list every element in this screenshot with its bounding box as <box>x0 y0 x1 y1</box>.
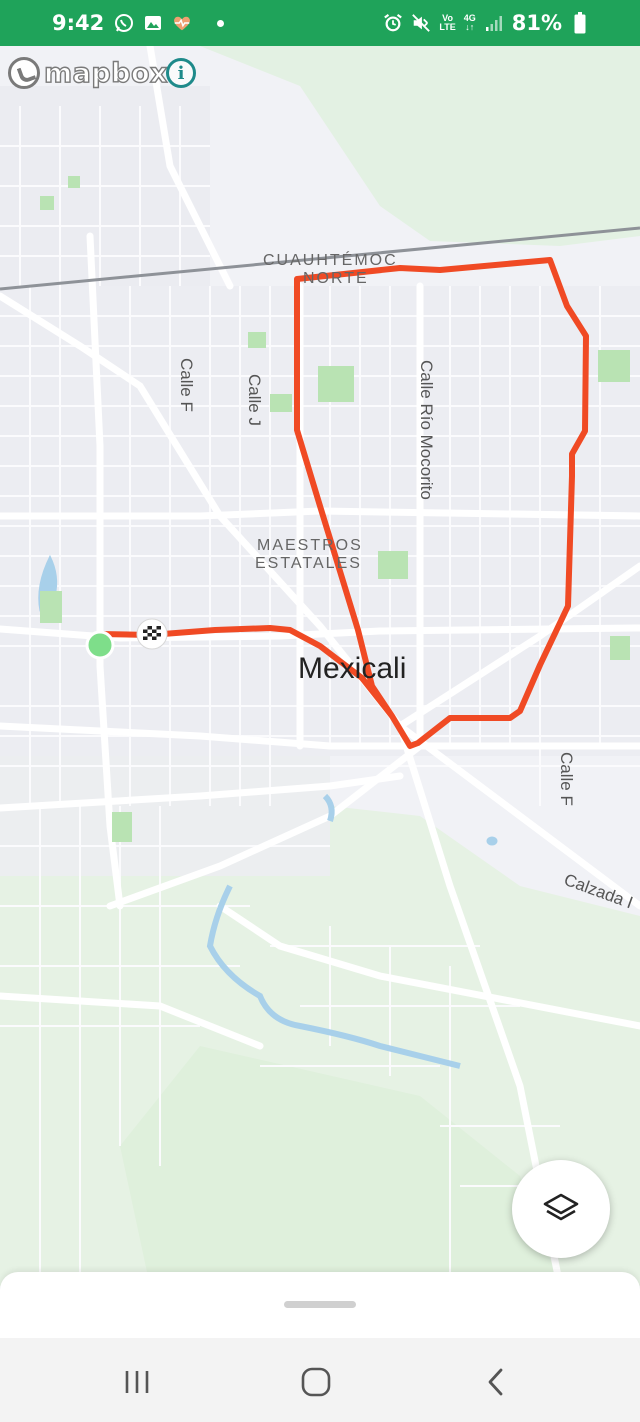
back-icon[interactable] <box>476 1362 516 1402</box>
mute-icon <box>411 13 431 33</box>
signal-icon <box>484 13 504 33</box>
neighborhood-label-maestros: MAESTROS ESTATALES <box>255 537 363 572</box>
drag-handle[interactable] <box>284 1301 356 1308</box>
recents-icon[interactable] <box>117 1362 157 1402</box>
status-bar: 9:42 Vo LTE 4G ↓↑ 81% <box>0 0 640 46</box>
start-marker[interactable] <box>85 630 115 660</box>
whatsapp-icon <box>114 13 134 33</box>
battery-percent: 81% <box>511 11 562 35</box>
mapbox-wordmark: mapbox <box>43 57 168 89</box>
street-label-calle-j: Calle J <box>245 374 264 426</box>
checkered-flag-icon[interactable] <box>136 618 168 650</box>
neighborhood-label-cuauhtemoc: CUAUHTÉMOC NORTE <box>263 252 398 287</box>
street-label-calle-f-east: Calle F <box>557 752 576 806</box>
street-label-calle-f: Calle F <box>177 358 196 412</box>
mapbox-logo[interactable]: mapbox <box>8 56 168 90</box>
health-icon <box>172 13 192 33</box>
volte-icon: Vo LTE <box>439 13 456 32</box>
home-icon[interactable] <box>296 1362 336 1402</box>
layers-button[interactable] <box>512 1160 610 1258</box>
gallery-icon <box>143 13 163 33</box>
layers-icon <box>543 1193 579 1221</box>
battery-icon <box>570 12 590 34</box>
city-label: Mexicali <box>298 652 407 685</box>
info-icon[interactable]: i <box>166 58 196 88</box>
bottom-sheet[interactable] <box>0 1272 640 1338</box>
4g-icon: 4G ↓↑ <box>463 13 476 32</box>
alarm-icon <box>383 13 403 33</box>
nav-bar <box>0 1338 640 1422</box>
street-label-calle-rio-mocorito: Calle Río Mocorito <box>417 360 436 500</box>
mapbox-mark-icon <box>8 57 40 89</box>
status-time: 9:42 <box>52 11 105 35</box>
notification-dot <box>217 19 225 27</box>
